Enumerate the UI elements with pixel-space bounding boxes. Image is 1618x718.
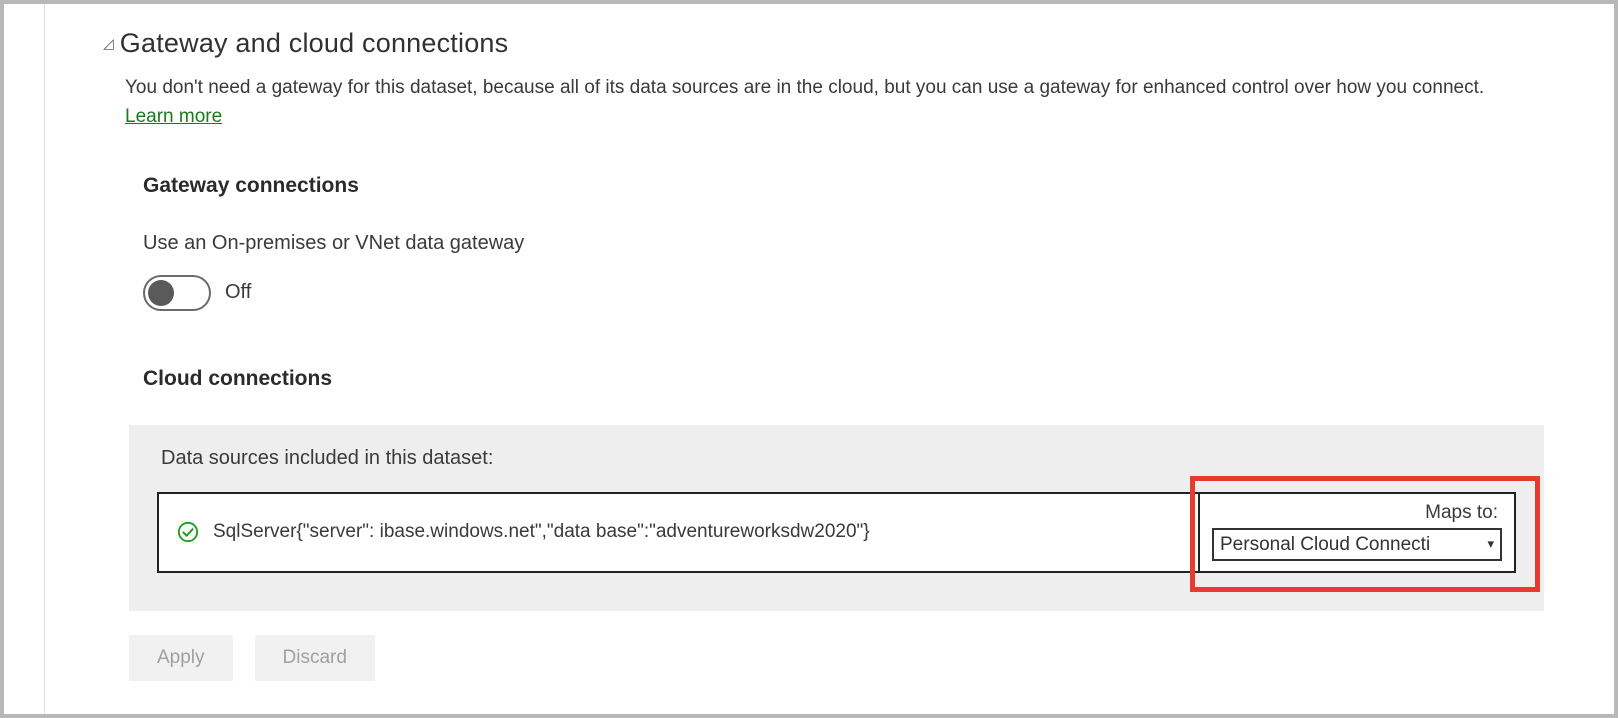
discard-button[interactable]: Discard [255,635,375,681]
collapse-caret-icon: ◿ [103,35,114,52]
section-header[interactable]: ◿ Gateway and cloud connections [103,28,1544,59]
maps-to-cell: Maps to: Personal Cloud Connecti ▾ [1200,492,1516,573]
data-source-text: SqlServer{"server": ibase.windows.net","… [213,518,870,547]
apply-button[interactable]: Apply [129,635,233,681]
toggle-knob [148,280,174,306]
data-source-cell: SqlServer{"server": ibase.windows.net","… [157,492,1200,573]
learn-more-link[interactable]: Learn more [125,106,222,127]
section-description: You don't need a gateway for this datase… [125,73,1525,132]
cloud-connections-heading: Cloud connections [143,367,1544,391]
maps-to-select[interactable]: Personal Cloud Connecti [1212,528,1502,561]
description-text: You don't need a gateway for this datase… [125,77,1484,98]
gateway-connections-heading: Gateway connections [143,174,1544,198]
maps-to-label: Maps to: [1425,502,1502,524]
gateway-toggle-label: Use an On-premises or VNet data gateway [143,232,1544,255]
footer-buttons: Apply Discard [129,635,1544,681]
data-source-row: SqlServer{"server": ibase.windows.net","… [157,492,1516,573]
section-title: Gateway and cloud connections [120,28,509,59]
data-sources-label: Data sources included in this dataset: [161,447,1516,470]
gateway-toggle[interactable] [143,275,211,311]
cloud-connections-panel: Data sources included in this dataset: S… [129,425,1544,611]
status-ok-icon [177,521,199,543]
gateway-toggle-state: Off [225,281,251,304]
